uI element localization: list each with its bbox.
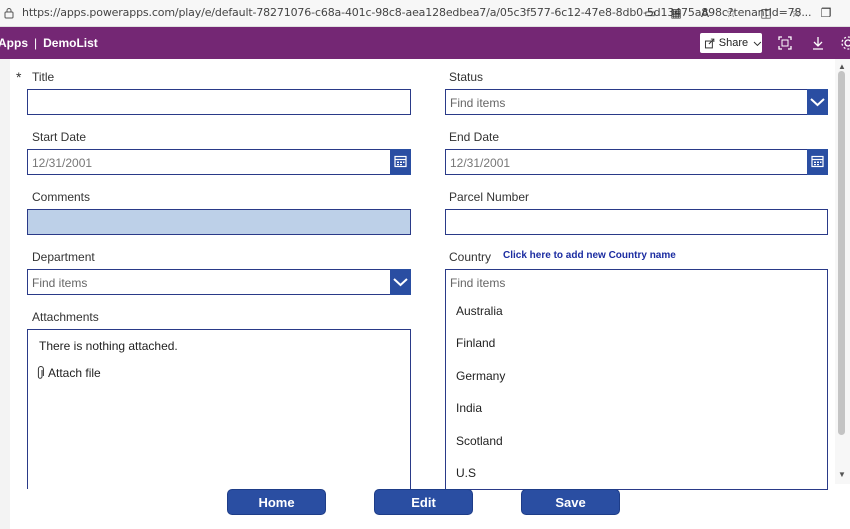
country-label: Country [449,250,492,264]
favorites-icon[interactable]: ☆ [788,5,804,21]
collections-icon[interactable]: ❐ [818,5,834,21]
save-button[interactable]: Save [521,489,620,515]
start-date-picker[interactable]: 12/31/2001 [27,149,411,175]
start-date-value: 12/31/2001 [32,156,93,170]
country-option[interactable]: Finland [456,336,495,350]
required-asterisk: * [16,69,22,85]
app-title: Apps | DemoList [0,36,98,50]
comments-label: Comments [32,190,91,204]
country-placeholder: Find items [450,276,506,290]
share-icon [704,38,715,49]
title-input[interactable] [27,89,411,115]
download-icon[interactable] [810,35,826,51]
department-placeholder: Find items [32,276,88,290]
end-date-label: End Date [449,130,500,144]
app-name: DemoList [43,36,98,50]
start-date-label: Start Date [32,130,87,144]
attach-file-button[interactable]: Attach file [36,366,101,380]
settings-gear-icon[interactable] [840,35,850,51]
url-text[interactable]: https://apps.powerapps.com/play/e/defaul… [22,6,812,19]
country-option[interactable]: Australia [456,304,503,318]
country-option[interactable]: Germany [456,369,505,383]
country-option[interactable]: U.S [456,466,476,480]
department-combobox[interactable]: Find items [27,269,411,295]
title-separator: | [34,36,38,50]
start-date-calendar-button[interactable] [390,149,411,175]
country-option[interactable]: Scotland [456,434,503,448]
title-label: Title [32,70,55,84]
fit-to-screen-icon[interactable] [777,35,793,51]
attachments-control: There is nothing attached. Attach file [27,329,411,489]
comments-input[interactable] [27,209,411,235]
attach-file-label: Attach file [48,366,101,380]
scrollbar-thumb[interactable] [838,71,845,435]
paperclip-icon [37,366,44,379]
parcel-number-label: Parcel Number [449,190,530,204]
scroll-up-arrow-icon[interactable]: ▲ [838,62,846,71]
share-button[interactable]: Share [700,33,762,53]
country-dropdown-list: Australia Finland Germany India Scotland… [445,294,828,490]
chevron-down-icon [810,98,825,107]
status-dropdown-button[interactable] [807,89,828,115]
calendar-icon [394,155,407,168]
department-label: Department [32,250,95,264]
department-dropdown-button[interactable] [390,269,411,295]
app-header: Apps | DemoList Share [0,27,850,59]
read-aloud-icon[interactable]: A [697,5,713,21]
favorite-star-icon[interactable]: ☆ [723,5,739,21]
tab-icon[interactable]: ▭ [642,5,658,21]
chevron-down-icon [753,41,762,46]
country-combobox[interactable]: Find items [445,269,828,295]
country-option[interactable]: India [456,401,482,415]
add-country-link[interactable]: Click here to add new Country name [503,250,676,261]
parcel-number-input[interactable] [445,209,828,235]
home-button[interactable]: Home [227,489,326,515]
browser-address-bar: https://apps.powerapps.com/play/e/defaul… [0,0,850,27]
end-date-picker[interactable]: 12/31/2001 [445,149,828,175]
edit-button[interactable]: Edit [374,489,473,515]
end-date-value: 12/31/2001 [450,156,511,170]
lock-icon [4,8,14,19]
status-combobox[interactable]: Find items [445,89,828,115]
left-gutter [0,59,10,529]
attachments-empty-text: There is nothing attached. [39,339,178,353]
calendar-icon [811,155,824,168]
scroll-down-arrow-icon[interactable]: ▼ [838,470,846,479]
end-date-calendar-button[interactable] [807,149,828,175]
split-screen-icon[interactable]: ◫ [758,5,774,21]
grid-icon[interactable]: ▦ [668,5,684,21]
app-prefix[interactable]: Apps [0,36,28,50]
attachments-label: Attachments [32,310,99,324]
status-placeholder: Find items [450,96,506,110]
share-label: Share [718,37,749,49]
chevron-down-icon [393,278,408,287]
status-label: Status [449,70,484,84]
